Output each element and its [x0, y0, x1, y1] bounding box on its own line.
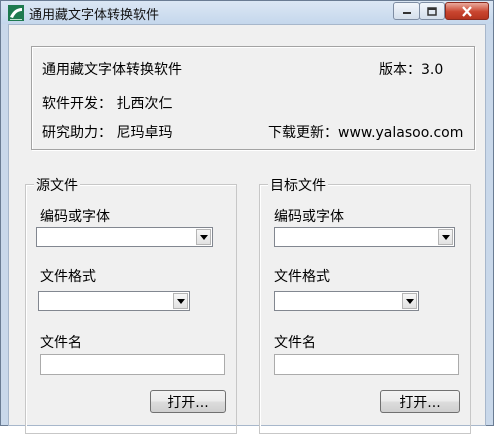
source-format-label: 文件格式: [40, 269, 96, 285]
target-filename-input[interactable]: [274, 354, 459, 375]
target-format-dropdown-button[interactable]: [402, 293, 417, 309]
minimize-icon: [402, 12, 411, 14]
target-open-button[interactable]: 打开...: [380, 390, 460, 413]
app-logo-icon: [8, 5, 24, 21]
source-filename-label: 文件名: [40, 335, 82, 351]
source-format-select[interactable]: [38, 291, 190, 311]
app-name-label: 通用藏文字体转换软件: [42, 62, 182, 78]
assistant-label: 研究助力： 尼玛卓玛: [42, 125, 173, 141]
source-encoding-select[interactable]: [36, 227, 213, 247]
source-file-group: 源文件 编码或字体 文件格式 文件名 打开...: [25, 175, 237, 434]
target-encoding-label: 编码或字体: [274, 209, 344, 225]
window-title: 通用藏文字体转换软件: [29, 8, 160, 23]
developer-label: 软件开发： 扎西次仁: [42, 96, 173, 112]
source-encoding-dropdown-button[interactable]: [196, 229, 211, 245]
maximize-icon: [427, 6, 437, 16]
target-format-label: 文件格式: [274, 269, 330, 285]
client-area: 通用藏文字体转换软件 版本：3.0 软件开发： 扎西次仁 研究助力： 尼玛卓玛 …: [8, 24, 486, 434]
target-encoding-dropdown-button[interactable]: [438, 229, 453, 245]
download-link[interactable]: 下载更新：www.yalasoo.com: [268, 122, 463, 142]
target-format-select[interactable]: [274, 291, 419, 311]
chevron-down-icon: [176, 298, 185, 304]
target-filename-label: 文件名: [274, 335, 316, 351]
version-label: 版本：3.0: [379, 62, 444, 78]
chevron-down-icon: [405, 298, 414, 304]
close-icon: [462, 5, 472, 17]
minimize-button[interactable]: [393, 2, 420, 20]
chevron-down-icon: [441, 234, 450, 240]
target-encoding-select[interactable]: [274, 227, 455, 247]
source-filename-input[interactable]: [40, 354, 225, 375]
target-file-group: 目标文件 编码或字体 文件格式 文件名 打开...: [259, 175, 471, 434]
source-format-dropdown-button[interactable]: [173, 293, 188, 309]
source-open-button[interactable]: 打开...: [150, 390, 226, 413]
source-encoding-label: 编码或字体: [40, 209, 110, 225]
maximize-button[interactable]: [419, 2, 445, 20]
source-group-title: 源文件: [34, 175, 80, 195]
target-group-title: 目标文件: [268, 175, 328, 195]
title-bar[interactable]: 通用藏文字体转换软件: [1, 1, 493, 24]
close-button[interactable]: [445, 2, 489, 20]
chevron-down-icon: [199, 234, 208, 240]
info-panel: 通用藏文字体转换软件 版本：3.0 软件开发： 扎西次仁 研究助力： 尼玛卓玛 …: [31, 46, 475, 150]
app-window: 通用藏文字体转换软件 通用藏文字体转换软件 版本：3.0 软件开发： 扎西次仁 …: [0, 0, 494, 434]
